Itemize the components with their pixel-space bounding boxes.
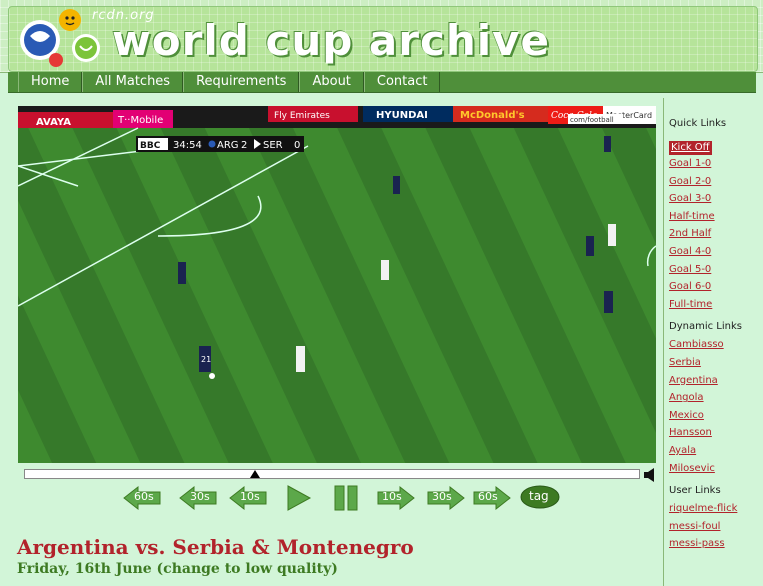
site-title[interactable]: world cup archive [112, 16, 550, 65]
site-header: rcdn.org world cup archive [0, 0, 763, 73]
quick-link-2nd-half[interactable]: 2nd Half [669, 225, 763, 243]
quick-link-half-time[interactable]: Half-time [669, 208, 763, 226]
video-frame: AVAYA T··Mobile Fly Emirates HYUNDAI McD… [18, 106, 656, 463]
scoreboard-clock: 34:54 [173, 140, 202, 151]
board-hyundai: HYUNDAI [376, 110, 428, 121]
quick-link-full-time[interactable]: Full-time [669, 296, 763, 314]
dynamic-link-cambiasso[interactable]: Cambiasso [669, 336, 763, 354]
user-link-messi-foul[interactable]: messi-foul [669, 518, 763, 536]
dynamic-link-serbia[interactable]: Serbia [669, 354, 763, 372]
scoreboard-score2: 0 [294, 140, 300, 151]
match-title: Argentina vs. Serbia & Montenegro [17, 535, 414, 559]
user-links-heading: User Links [669, 485, 721, 497]
dynamic-link-milosevic[interactable]: Milosevic [669, 460, 763, 478]
board-mcdonalds: McDonald's [460, 110, 525, 121]
forward-10s-label: 10s [382, 490, 402, 503]
board-football: com/football [570, 116, 614, 124]
nav-requirements[interactable]: Requirements [183, 72, 300, 92]
quick-link-goal-2-0[interactable]: Goal 2-0 [669, 173, 763, 191]
quick-link-goal-5-0[interactable]: Goal 5-0 [669, 261, 763, 279]
user-link-messi-pass[interactable]: messi-pass [669, 535, 763, 553]
seek-bar[interactable] [24, 469, 640, 479]
nav-about[interactable]: About [299, 72, 364, 92]
rewind-60s-label: 60s [134, 490, 154, 503]
rewind-30s-label: 30s [190, 490, 210, 503]
dynamic-link-ayala[interactable]: Ayala [669, 442, 763, 460]
play-icon [287, 485, 312, 511]
play-button[interactable] [284, 484, 312, 512]
scoreboard-team2: SER [263, 140, 283, 151]
main-nav: Home All Matches Requirements About Cont… [8, 72, 756, 93]
board-tmobile: T··Mobile [117, 115, 163, 126]
rewind-30s-button[interactable]: 30s [178, 484, 218, 512]
rewind-10s-label: 10s [240, 490, 260, 503]
quick-links-heading: Quick Links [669, 118, 727, 129]
volume-icon[interactable] [644, 468, 656, 482]
board-emirates: Fly Emirates [274, 111, 330, 121]
rewind-10s-button[interactable]: 10s [228, 484, 268, 512]
dynamic-link-hansson[interactable]: Hansson [669, 424, 763, 442]
quick-link-goal-3-0[interactable]: Goal 3-0 [669, 190, 763, 208]
quick-link-kick-off[interactable]: Kick Off [669, 141, 712, 155]
quick-link-goal-1-0[interactable]: Goal 1-0 [669, 155, 763, 173]
quick-link-goal-4-0[interactable]: Goal 4-0 [669, 243, 763, 261]
player-number: 21 [201, 355, 211, 364]
forward-30s-button[interactable]: 30s [426, 484, 466, 512]
match-date[interactable]: Friday, 16th June (change to low quality… [17, 561, 338, 577]
tag-label: tag [529, 489, 549, 503]
pause-icon [334, 485, 358, 511]
scoreboard: BBC 34:54 ARG 2 SER 0 [136, 136, 304, 152]
user-link-riquelme-flick[interactable]: riquelme-flick [669, 500, 763, 518]
dynamic-link-mexico[interactable]: Mexico [669, 407, 763, 425]
playback-controls: 60s 30s 10s 10s 30s 60s tag [122, 484, 562, 514]
video-player[interactable]: AVAYA T··Mobile Fly Emirates HYUNDAI McD… [18, 106, 656, 463]
forward-30s-label: 30s [432, 490, 452, 503]
main-content: AVAYA T··Mobile Fly Emirates HYUNDAI McD… [8, 98, 663, 586]
pause-button[interactable] [332, 484, 360, 512]
scoreboard-broadcaster: BBC [140, 141, 161, 151]
tag-button[interactable]: tag [520, 484, 560, 512]
dynamic-link-angola[interactable]: Angola [669, 389, 763, 407]
dynamic-links-heading: Dynamic Links [669, 321, 742, 333]
nav-contact[interactable]: Contact [363, 72, 441, 92]
nav-all-matches[interactable]: All Matches [82, 72, 184, 92]
forward-60s-label: 60s [478, 490, 498, 503]
nav-home[interactable]: Home [18, 72, 83, 92]
sidebar: Quick Links Kick Off Goal 1-0 Goal 2-0 G… [663, 98, 763, 586]
quick-link-goal-6-0[interactable]: Goal 6-0 [669, 278, 763, 296]
board-avaya: AVAYA [36, 117, 71, 128]
forward-10s-button[interactable]: 10s [376, 484, 416, 512]
scoreboard-score1: 2 [241, 140, 247, 151]
forward-60s-button[interactable]: 60s [472, 484, 512, 512]
seek-thumb-icon[interactable] [250, 470, 260, 478]
dynamic-link-argentina[interactable]: Argentina [669, 372, 763, 390]
rewind-60s-button[interactable]: 60s [122, 484, 162, 512]
scoreboard-team1: ARG [217, 140, 239, 151]
